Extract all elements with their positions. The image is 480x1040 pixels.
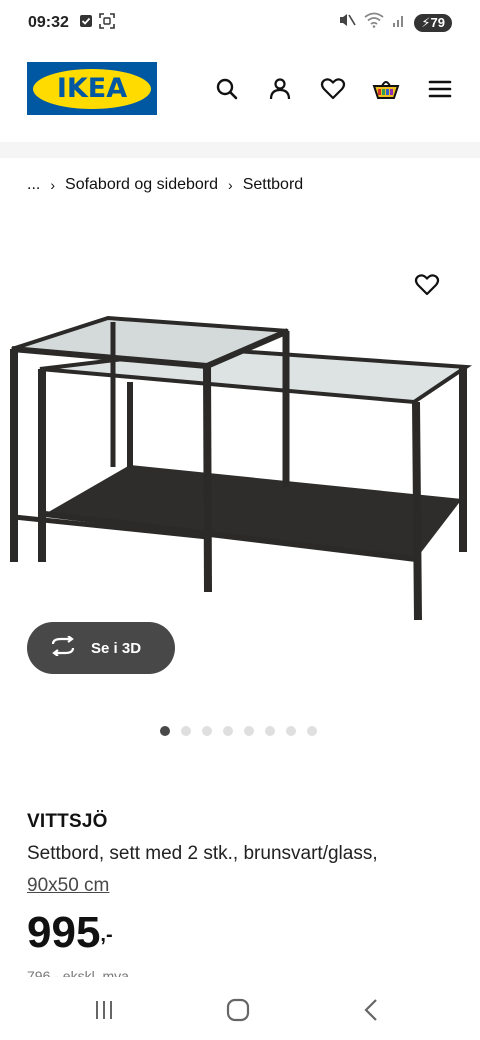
breadcrumb-ellipsis[interactable]: ... (27, 176, 40, 194)
site-header: IKEA (0, 56, 480, 124)
status-time: 09:32 (28, 14, 69, 31)
home-icon[interactable] (218, 994, 258, 1026)
carousel-dot[interactable] (265, 726, 275, 736)
screenshot-icon (99, 12, 115, 34)
menu-icon[interactable] (425, 74, 455, 104)
breadcrumb-item-settbord[interactable]: Settbord (243, 176, 303, 194)
system-nav-bar (0, 980, 480, 1040)
carousel-dots (160, 726, 317, 736)
logo-ellipse: IKEA (33, 68, 151, 109)
carousel-dot[interactable] (202, 726, 212, 736)
price-decimal: ,- (100, 924, 113, 946)
battery-indicator: ⚡79 (414, 13, 452, 32)
view-3d-label: Se i 3D (91, 639, 142, 657)
heart-icon[interactable] (318, 74, 348, 104)
account-icon[interactable] (265, 74, 295, 104)
breadcrumb-item-sofabord[interactable]: Sofabord og sidebord (65, 176, 218, 194)
carousel-dot[interactable] (244, 726, 254, 736)
cart-icon[interactable] (371, 74, 401, 104)
price-excl-vat: 796,- ekskl. mva (27, 968, 129, 977)
checkbox-icon (79, 14, 93, 33)
carousel-dot[interactable] (181, 726, 191, 736)
product-size-link[interactable]: 90x50 cm (27, 875, 109, 897)
product-description: Settbord, sett med 2 stk., brunsvart/gla… (27, 843, 378, 864)
favorite-heart-icon[interactable] (410, 268, 444, 302)
mute-icon (338, 12, 357, 33)
carousel-dot[interactable] (307, 726, 317, 736)
header-divider (0, 142, 480, 158)
wifi-icon (364, 12, 384, 33)
ikea-logo[interactable]: IKEA (27, 62, 157, 115)
carousel-dot[interactable] (223, 726, 233, 736)
chevron-right-icon: › (228, 177, 233, 193)
battery-level: 79 (430, 14, 445, 30)
product-name: VITTSJÖ (27, 811, 108, 832)
rotate-3d-icon (49, 635, 77, 660)
breadcrumb: ... › Sofabord og sidebord › Settbord (27, 176, 303, 194)
price-main: 995 (27, 908, 101, 957)
product-price: 995,- (27, 908, 113, 958)
carousel-dot[interactable] (160, 726, 170, 736)
logo-text: IKEA (56, 73, 128, 104)
signal-icon (392, 12, 406, 33)
status-bar: 09:32 ⚡79 (0, 0, 480, 46)
chevron-right-icon: › (50, 177, 56, 193)
recent-apps-icon[interactable] (84, 994, 124, 1026)
view-3d-button[interactable]: Se i 3D (27, 622, 175, 674)
search-icon[interactable] (212, 74, 242, 104)
carousel-dot[interactable] (286, 726, 296, 736)
back-icon[interactable] (352, 994, 392, 1026)
